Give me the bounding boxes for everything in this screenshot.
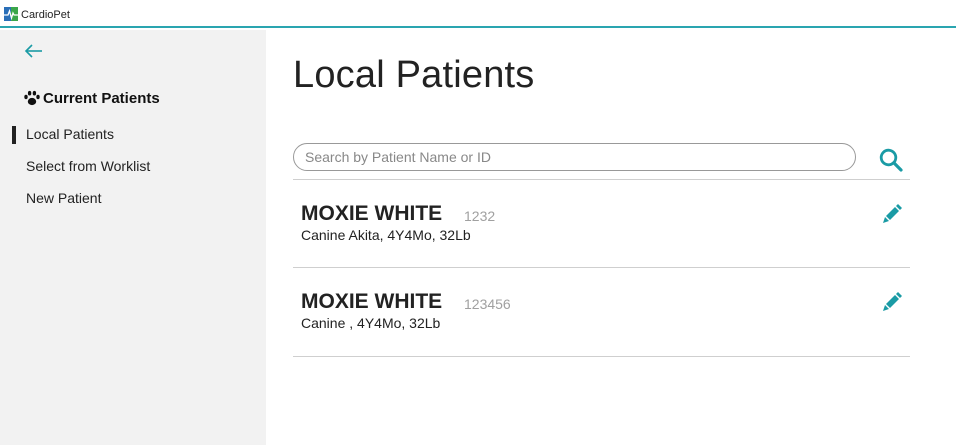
patient-details: Canine , 4Y4Mo, 32Lb xyxy=(301,315,441,331)
active-indicator xyxy=(12,126,16,144)
sidebar-item-select-from-worklist[interactable]: Select from Worklist xyxy=(26,157,150,175)
current-patients-heading: Current Patients xyxy=(23,88,160,108)
app-title: CardioPet xyxy=(21,9,70,21)
sidebar-item-local-patients[interactable]: Local Patients xyxy=(26,125,114,143)
search-icon[interactable] xyxy=(878,147,904,173)
patient-name: MOXIE WHITE xyxy=(301,202,443,225)
edit-pencil-icon[interactable] xyxy=(882,204,902,224)
edit-pencil-icon[interactable] xyxy=(882,292,902,312)
patient-id: 1232 xyxy=(464,208,496,224)
title-bar: CardioPet xyxy=(0,0,956,28)
section-label: Current Patients xyxy=(43,89,160,107)
sidebar: Current Patients Local Patients Select f… xyxy=(0,30,266,445)
patient-id: 123456 xyxy=(464,296,511,312)
patient-details: Canine Akita, 4Y4Mo, 32Lb xyxy=(301,227,471,243)
divider xyxy=(293,356,910,357)
back-arrow-icon[interactable] xyxy=(24,44,44,58)
page-title: Local Patients xyxy=(293,54,535,96)
sidebar-item-new-patient[interactable]: New Patient xyxy=(26,189,101,207)
patient-row[interactable]: MOXIE WHITE 1232 Canine Akita, 4Y4Mo, 32… xyxy=(293,180,910,268)
patient-name: MOXIE WHITE xyxy=(301,290,443,313)
app-logo-icon xyxy=(4,7,18,21)
paw-icon xyxy=(24,90,40,106)
patient-row[interactable]: MOXIE WHITE 123456 Canine , 4Y4Mo, 32Lb xyxy=(293,268,910,356)
search-input[interactable] xyxy=(293,143,856,171)
